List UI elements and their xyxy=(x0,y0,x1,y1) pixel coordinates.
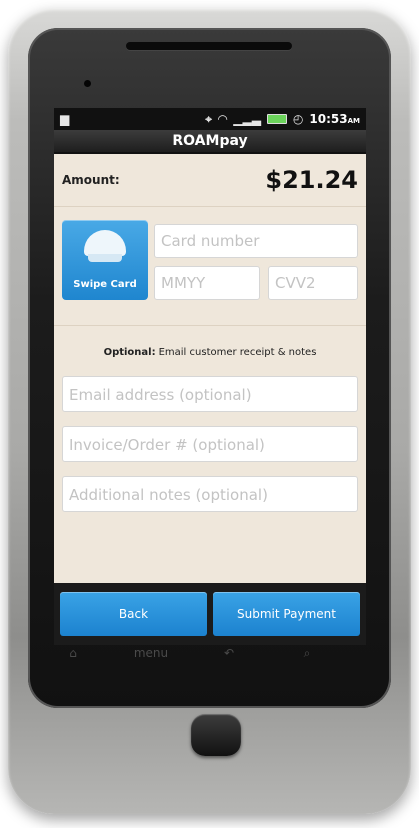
wifi-icon: ◠ xyxy=(218,112,228,126)
notes-input[interactable]: Additional notes (optional) xyxy=(62,476,358,512)
card-reader-icon xyxy=(84,230,126,262)
search-icon[interactable]: ⌕ xyxy=(287,646,327,661)
gps-icon: ⌖ xyxy=(205,112,212,126)
optional-description: Email customer receipt & notes xyxy=(158,346,317,358)
amount-row: Amount: $21.24 xyxy=(54,154,366,207)
phone-body: ▆ ⌖ ◠ ▁▂▃ ◴ 10:53AM ROAMpay Amount: $21.… xyxy=(8,8,411,814)
optional-caption: Optional: Email customer receipt & notes xyxy=(54,326,366,376)
amount-value: $21.24 xyxy=(265,166,358,194)
battery-icon xyxy=(266,114,287,124)
swipe-card-label: Swipe Card xyxy=(73,279,137,290)
submit-payment-button[interactable]: Submit Payment xyxy=(213,592,360,636)
front-sensor xyxy=(84,80,91,87)
card-number-input[interactable]: Card number xyxy=(154,224,358,258)
invoice-input[interactable]: Invoice/Order # (optional) xyxy=(62,426,358,462)
back-icon[interactable]: ↶ xyxy=(209,646,249,660)
hardware-nav: ⌂ menu ↶ ⌕ xyxy=(34,633,346,673)
app-title: ROAMpay xyxy=(54,130,366,154)
earpiece-speaker xyxy=(126,42,292,50)
home-icon[interactable]: ⌂ xyxy=(53,646,93,660)
expiry-input[interactable]: MMYY xyxy=(154,266,260,300)
signal-icon: ▁▂▃ xyxy=(233,112,261,126)
status-time: 10:53AM xyxy=(309,112,360,126)
optical-trackpad[interactable] xyxy=(191,714,241,756)
cvv-input[interactable]: CVV2 xyxy=(268,266,358,300)
phone-bezel: ▆ ⌖ ◠ ▁▂▃ ◴ 10:53AM ROAMpay Amount: $21.… xyxy=(28,28,391,708)
swipe-card-button[interactable]: Swipe Card xyxy=(62,220,148,300)
card-entry-section: Swipe Card Card number MMYY CVV2 xyxy=(54,207,366,326)
status-bar: ▆ ⌖ ◠ ▁▂▃ ◴ 10:53AM xyxy=(54,108,366,130)
optional-label: Optional: xyxy=(103,346,156,358)
screen: ▆ ⌖ ◠ ▁▂▃ ◴ 10:53AM ROAMpay Amount: $21.… xyxy=(54,108,366,645)
amount-label: Amount: xyxy=(62,173,120,187)
back-button[interactable]: Back xyxy=(60,592,207,636)
email-input[interactable]: Email address (optional) xyxy=(62,376,358,412)
notification-icon: ▆ xyxy=(60,112,70,126)
alarm-icon: ◴ xyxy=(292,112,304,126)
menu-key[interactable]: menu xyxy=(131,646,171,660)
